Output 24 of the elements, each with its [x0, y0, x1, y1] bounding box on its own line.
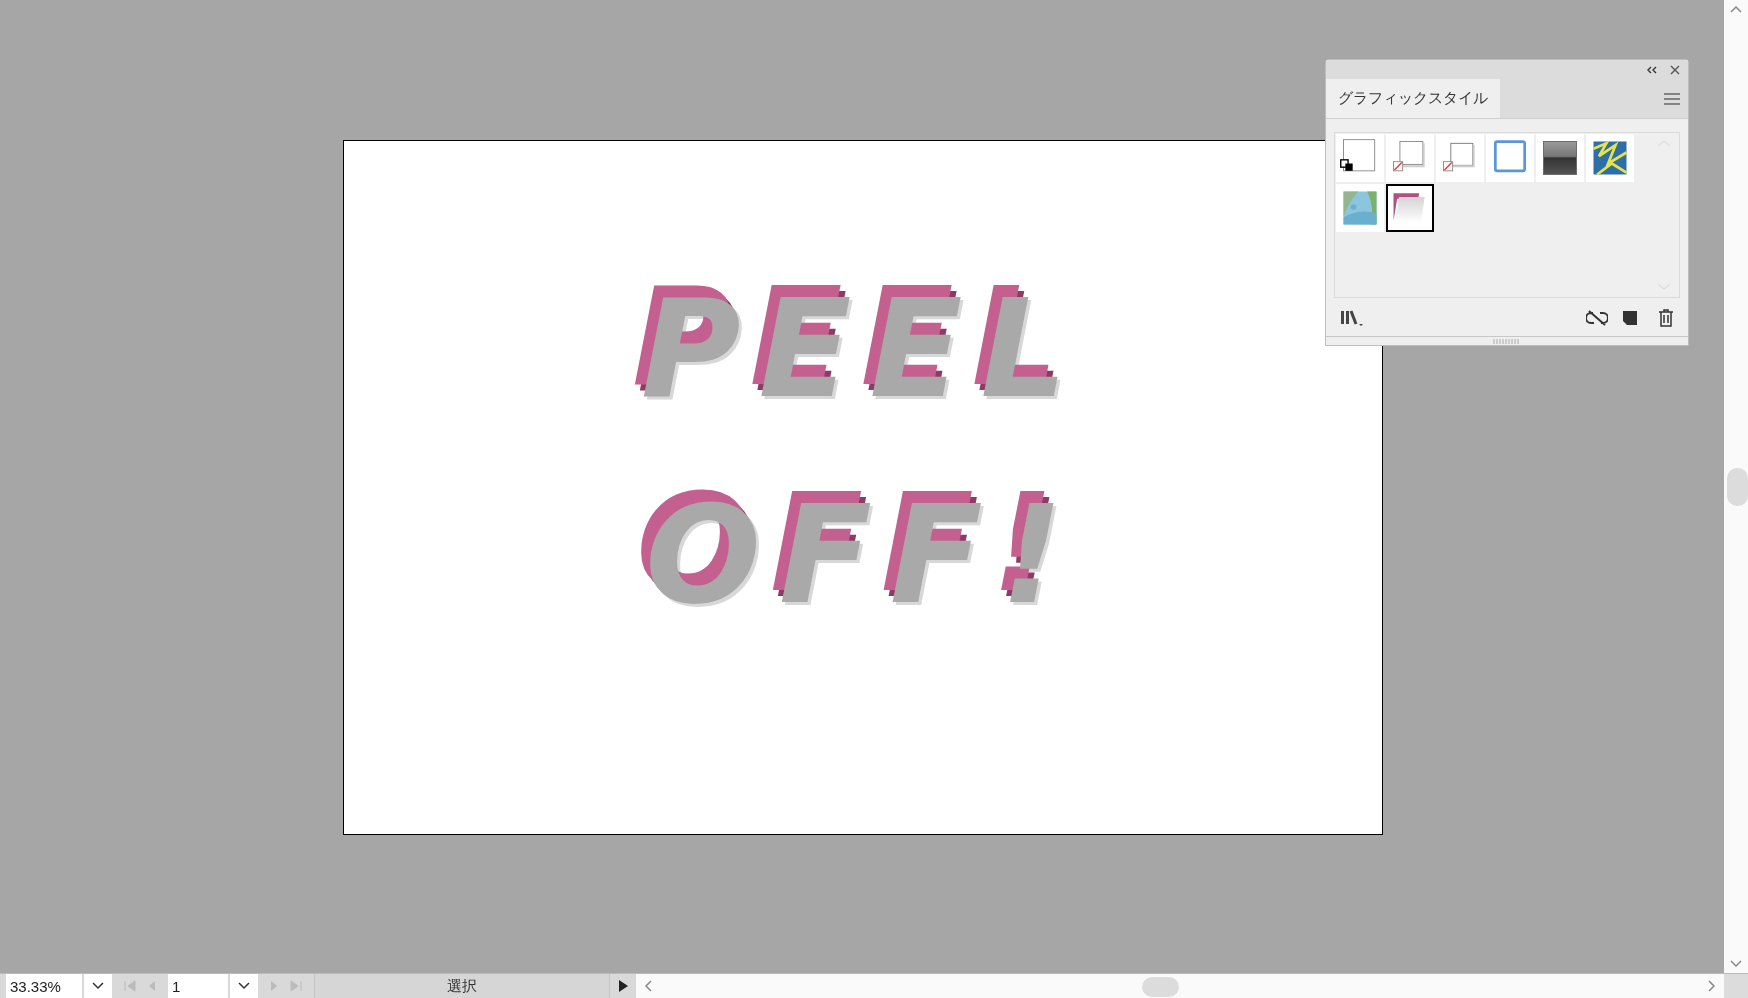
page-field[interactable]: 1	[168, 974, 228, 998]
menu-icon[interactable]	[1664, 92, 1680, 105]
scrollbar-thumb[interactable]	[1142, 977, 1179, 997]
panel-tab[interactable]: グラフィックスタイル	[1326, 79, 1500, 118]
scroll-up-icon[interactable]	[1729, 4, 1743, 14]
scroll-left-icon[interactable]	[644, 980, 652, 992]
scroll-down-icon[interactable]	[1729, 959, 1743, 969]
library-icon[interactable]	[1340, 309, 1366, 327]
scrollbar-thumb[interactable]	[1727, 468, 1748, 506]
play-icon[interactable]	[618, 980, 628, 992]
artwork-text: PEEL	[640, 281, 1086, 417]
unlink-icon[interactable]	[1586, 310, 1608, 326]
tool-status[interactable]: 選択	[314, 974, 610, 998]
dropdown-icon[interactable]	[238, 982, 250, 990]
close-icon[interactable]	[1670, 64, 1680, 75]
zoom-field[interactable]: 33.33%	[6, 974, 82, 998]
artwork-text: OFF!	[645, 487, 1081, 623]
style-swatch[interactable]	[1386, 184, 1434, 232]
new-style-icon[interactable]	[1622, 310, 1638, 326]
resize-grip-icon[interactable]	[1493, 338, 1521, 344]
collapse-icon[interactable]	[1646, 65, 1658, 74]
dropdown-icon[interactable]	[92, 982, 104, 990]
scroll-right-icon[interactable]	[1708, 980, 1716, 992]
trash-icon[interactable]	[1658, 309, 1674, 327]
